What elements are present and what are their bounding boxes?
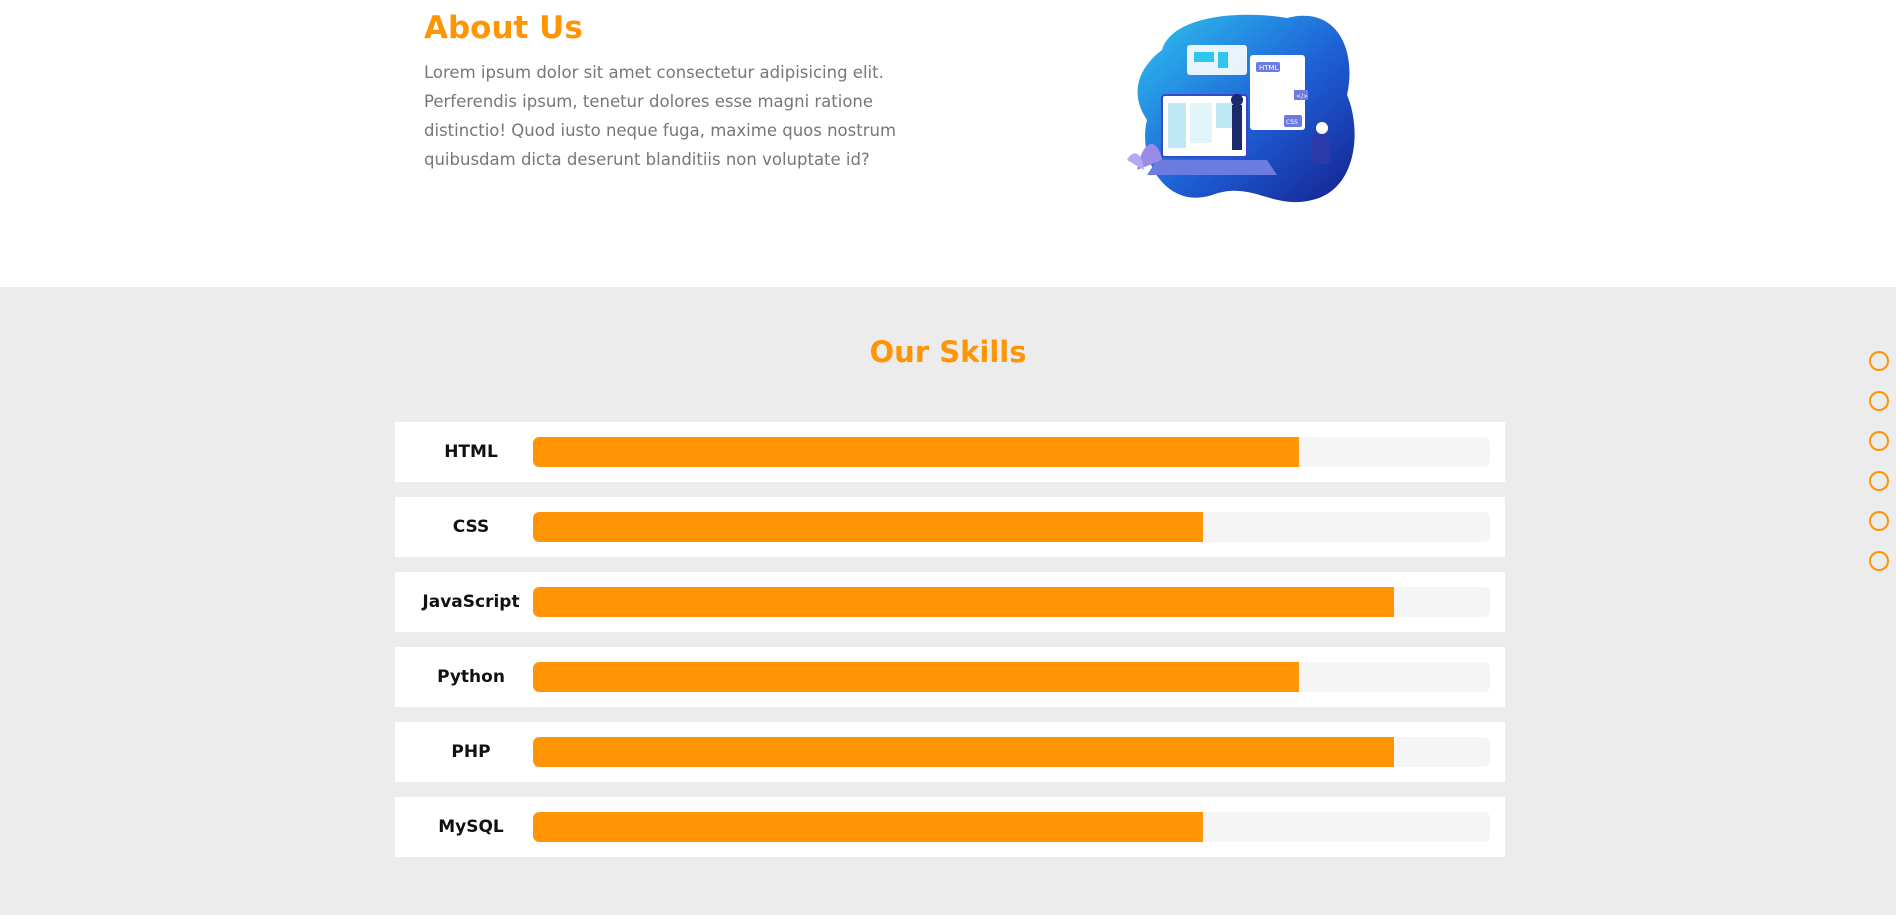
skill-progress-track [533, 512, 1490, 542]
nav-dot-5[interactable] [1869, 511, 1889, 531]
skill-name: PHP [451, 742, 491, 762]
skill-progress-track [533, 812, 1490, 842]
skill-row-html: HTML [395, 422, 1505, 482]
nav-dot-1[interactable] [1869, 351, 1889, 371]
skill-name: Python [437, 667, 505, 687]
about-description: Lorem ipsum dolor sit amet consectetur a… [424, 63, 897, 169]
skill-progress-fill [533, 662, 1299, 692]
skills-list: HTML CSS JavaScript Python PHP MySQL [395, 422, 1505, 872]
code-badge: </> [1296, 93, 1308, 100]
skill-progress-fill [533, 737, 1395, 767]
about-illustration: HTML </> CSS [1122, 10, 1362, 210]
about-section: About Us Lorem ipsum dolor sit amet cons… [0, 0, 1896, 287]
skill-progress-fill [533, 512, 1203, 542]
about-title: About Us [424, 10, 583, 46]
skill-row-python: Python [395, 647, 1505, 707]
skill-progress-track [533, 437, 1490, 467]
skill-progress-track [533, 662, 1490, 692]
skill-name: HTML [444, 442, 498, 462]
skill-progress-fill [533, 587, 1395, 617]
skill-progress-track [533, 737, 1490, 767]
side-section-nav [1869, 351, 1889, 591]
skill-row-css: CSS [395, 497, 1505, 557]
skill-name: CSS [452, 517, 490, 537]
nav-dot-2[interactable] [1869, 391, 1889, 411]
skill-progress-fill [533, 437, 1299, 467]
skill-name: MySQL [438, 817, 504, 837]
html-badge: HTML [1259, 64, 1279, 72]
skill-progress-fill [533, 812, 1203, 842]
skill-progress-track [533, 587, 1490, 617]
nav-dot-6[interactable] [1869, 551, 1889, 571]
skills-section: Our Skills HTML CSS JavaScript Python PH… [0, 287, 1896, 915]
css-badge: CSS [1286, 119, 1298, 126]
skill-name: JavaScript [422, 592, 520, 612]
skill-row-mysql: MySQL [395, 797, 1505, 857]
skills-title: Our Skills [869, 335, 1027, 369]
nav-dot-3[interactable] [1869, 431, 1889, 451]
nav-dot-4[interactable] [1869, 471, 1889, 491]
skill-row-php: PHP [395, 722, 1505, 782]
skill-row-javascript: JavaScript [395, 572, 1505, 632]
